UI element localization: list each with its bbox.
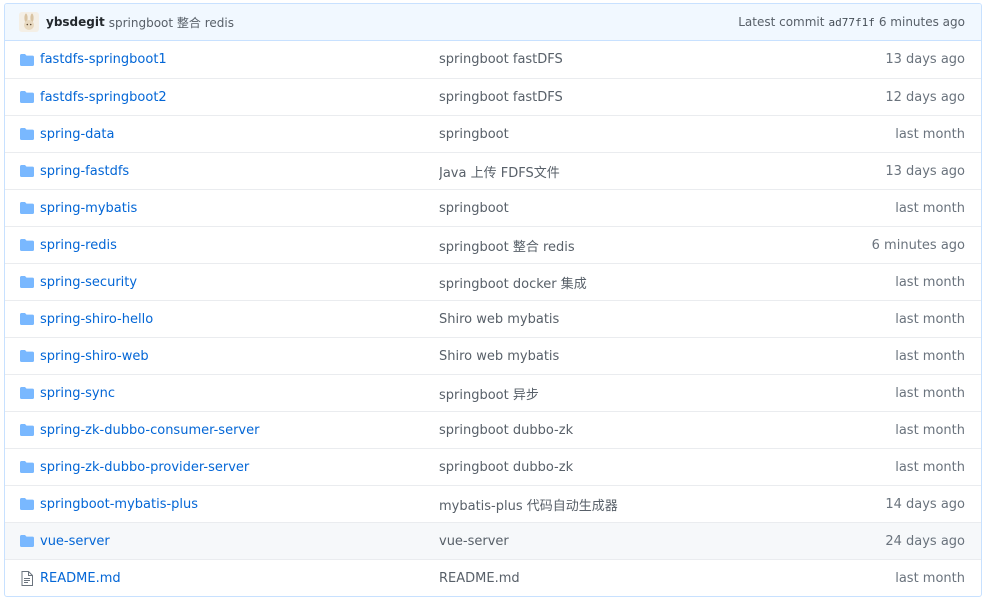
commit-age: 24 days ago bbox=[885, 533, 965, 549]
commit-message-link[interactable]: springboot dubbo-zk bbox=[439, 423, 805, 438]
file-name-link[interactable]: springboot-mybatis-plus bbox=[40, 497, 439, 512]
commit-message-link[interactable]: vue-server bbox=[439, 534, 805, 549]
latest-commit-bar: ybsdegit springboot 整合 redis Latest comm… bbox=[5, 4, 981, 41]
folder-icon bbox=[19, 52, 35, 68]
commit-message-link[interactable]: springboot bbox=[439, 201, 805, 216]
commit-age: 6 minutes ago bbox=[878, 15, 965, 29]
commit-age: last month bbox=[895, 385, 965, 401]
file-name-link[interactable]: spring-fastdfs bbox=[40, 164, 439, 179]
commit-age: last month bbox=[895, 422, 965, 438]
file-name-link[interactable]: spring-redis bbox=[40, 238, 439, 253]
folder-icon bbox=[19, 533, 35, 549]
file-name-link[interactable]: spring-zk-dubbo-provider-server bbox=[40, 460, 439, 475]
commit-age: 12 days ago bbox=[885, 89, 965, 105]
file-row: spring-shiro-web Shiro web mybatis last mo… bbox=[5, 337, 981, 374]
file-name-link[interactable]: fastdfs-springboot1 bbox=[40, 52, 439, 67]
folder-icon bbox=[19, 126, 35, 142]
file-name-link[interactable]: README.md bbox=[40, 571, 439, 586]
commit-message-link[interactable]: Java 上传 FDFS文件 bbox=[439, 162, 805, 181]
file-name-link[interactable]: vue-server bbox=[40, 534, 439, 549]
commit-age: 14 days ago bbox=[885, 496, 965, 512]
file-name-link[interactable]: spring-zk-dubbo-consumer-server bbox=[40, 423, 439, 438]
folder-icon bbox=[19, 496, 35, 512]
file-name-link[interactable]: spring-sync bbox=[40, 386, 439, 401]
commit-message-link[interactable]: springboot 异步 bbox=[439, 384, 805, 403]
folder-icon bbox=[19, 163, 35, 179]
folder-icon bbox=[19, 89, 35, 105]
commit-age: 6 minutes ago bbox=[871, 237, 965, 253]
file-name-link[interactable]: spring-shiro-web bbox=[40, 349, 439, 364]
file-row: spring-mybatis springboot last month bbox=[5, 189, 981, 226]
folder-icon bbox=[19, 422, 35, 438]
file-row: spring-redis springboot 整合 redis 6 minutes… bbox=[5, 226, 981, 263]
commit-age: 13 days ago bbox=[885, 52, 965, 67]
file-row: spring-sync springboot 异步 last month bbox=[5, 374, 981, 411]
commit-sha-link[interactable]: ad77f1f bbox=[828, 16, 874, 29]
commit-age: last month bbox=[895, 126, 965, 142]
file-row: springboot-mybatis-plus mybatis-plus 代码自动… bbox=[5, 485, 981, 522]
avatar[interactable] bbox=[19, 12, 39, 32]
file-name-link[interactable]: spring-shiro-hello bbox=[40, 312, 439, 327]
commit-message-link[interactable]: springboot fastDFS bbox=[439, 90, 805, 105]
commit-message-link[interactable]: springboot dubbo-zk bbox=[439, 460, 805, 475]
latest-commit-label: Latest commit bbox=[738, 15, 825, 29]
file-name-link[interactable]: spring-security bbox=[40, 275, 439, 290]
file-row: spring-fastdfs Java 上传 FDFS文件 13 days ago bbox=[5, 152, 981, 189]
commit-message-link[interactable]: springboot fastDFS bbox=[439, 52, 805, 67]
commit-message-link[interactable]: springboot 整合 redis bbox=[439, 236, 805, 255]
folder-icon bbox=[19, 459, 35, 475]
folder-icon bbox=[19, 200, 35, 216]
file-row: spring-zk-dubbo-provider-server springboo… bbox=[5, 448, 981, 485]
file-row: spring-data springboot last month bbox=[5, 115, 981, 152]
commit-age: last month bbox=[895, 570, 965, 586]
commit-author-link[interactable]: ybsdegit bbox=[46, 15, 105, 29]
commit-age: last month bbox=[895, 311, 965, 327]
commit-message-link[interactable]: Shiro web mybatis bbox=[439, 312, 805, 327]
commit-message-link[interactable]: springboot docker 集成 bbox=[439, 273, 805, 292]
commit-message-link[interactable]: Shiro web mybatis bbox=[439, 349, 805, 364]
file-row: README.md README.md last month bbox=[5, 559, 981, 596]
file-name-link[interactable]: spring-mybatis bbox=[40, 201, 439, 216]
commit-age: last month bbox=[895, 348, 965, 364]
commit-meta: Latest commit ad77f1f 6 minutes ago bbox=[738, 15, 965, 29]
file-name-link[interactable]: spring-data bbox=[40, 127, 439, 142]
commit-message-link[interactable]: mybatis-plus 代码自动生成器 bbox=[439, 495, 805, 514]
repo-file-listing: ybsdegit springboot 整合 redis Latest comm… bbox=[4, 3, 982, 597]
commit-message-link[interactable]: README.md bbox=[439, 571, 805, 586]
file-name-link[interactable]: fastdfs-springboot2 bbox=[40, 90, 439, 105]
folder-icon bbox=[19, 385, 35, 401]
commit-message-link[interactable]: springboot 整合 redis bbox=[109, 14, 234, 31]
folder-icon bbox=[19, 274, 35, 290]
commit-age: last month bbox=[895, 200, 965, 216]
file-row: spring-zk-dubbo-consumer-server springboo… bbox=[5, 411, 981, 448]
file-row: fastdfs-springboot2 springboot fastDFS 12 … bbox=[5, 78, 981, 115]
file-row: fastdfs-springboot1 springboot fastDFS 13 … bbox=[5, 41, 981, 78]
commit-age: last month bbox=[895, 274, 965, 290]
folder-icon bbox=[19, 348, 35, 364]
file-row: spring-security springboot docker 集成 last … bbox=[5, 263, 981, 300]
folder-icon bbox=[19, 311, 35, 327]
file-list: fastdfs-springboot1 springboot fastDFS 13 … bbox=[5, 41, 981, 596]
commit-age: 13 days ago bbox=[885, 163, 965, 179]
file-row: vue-server vue-server 24 days ago bbox=[5, 522, 981, 559]
file-text-icon bbox=[19, 570, 35, 586]
folder-icon bbox=[19, 237, 35, 253]
commit-message-link[interactable]: springboot bbox=[439, 127, 805, 142]
commit-age: last month bbox=[895, 459, 965, 475]
file-row: spring-shiro-hello Shiro web mybatis last … bbox=[5, 300, 981, 337]
